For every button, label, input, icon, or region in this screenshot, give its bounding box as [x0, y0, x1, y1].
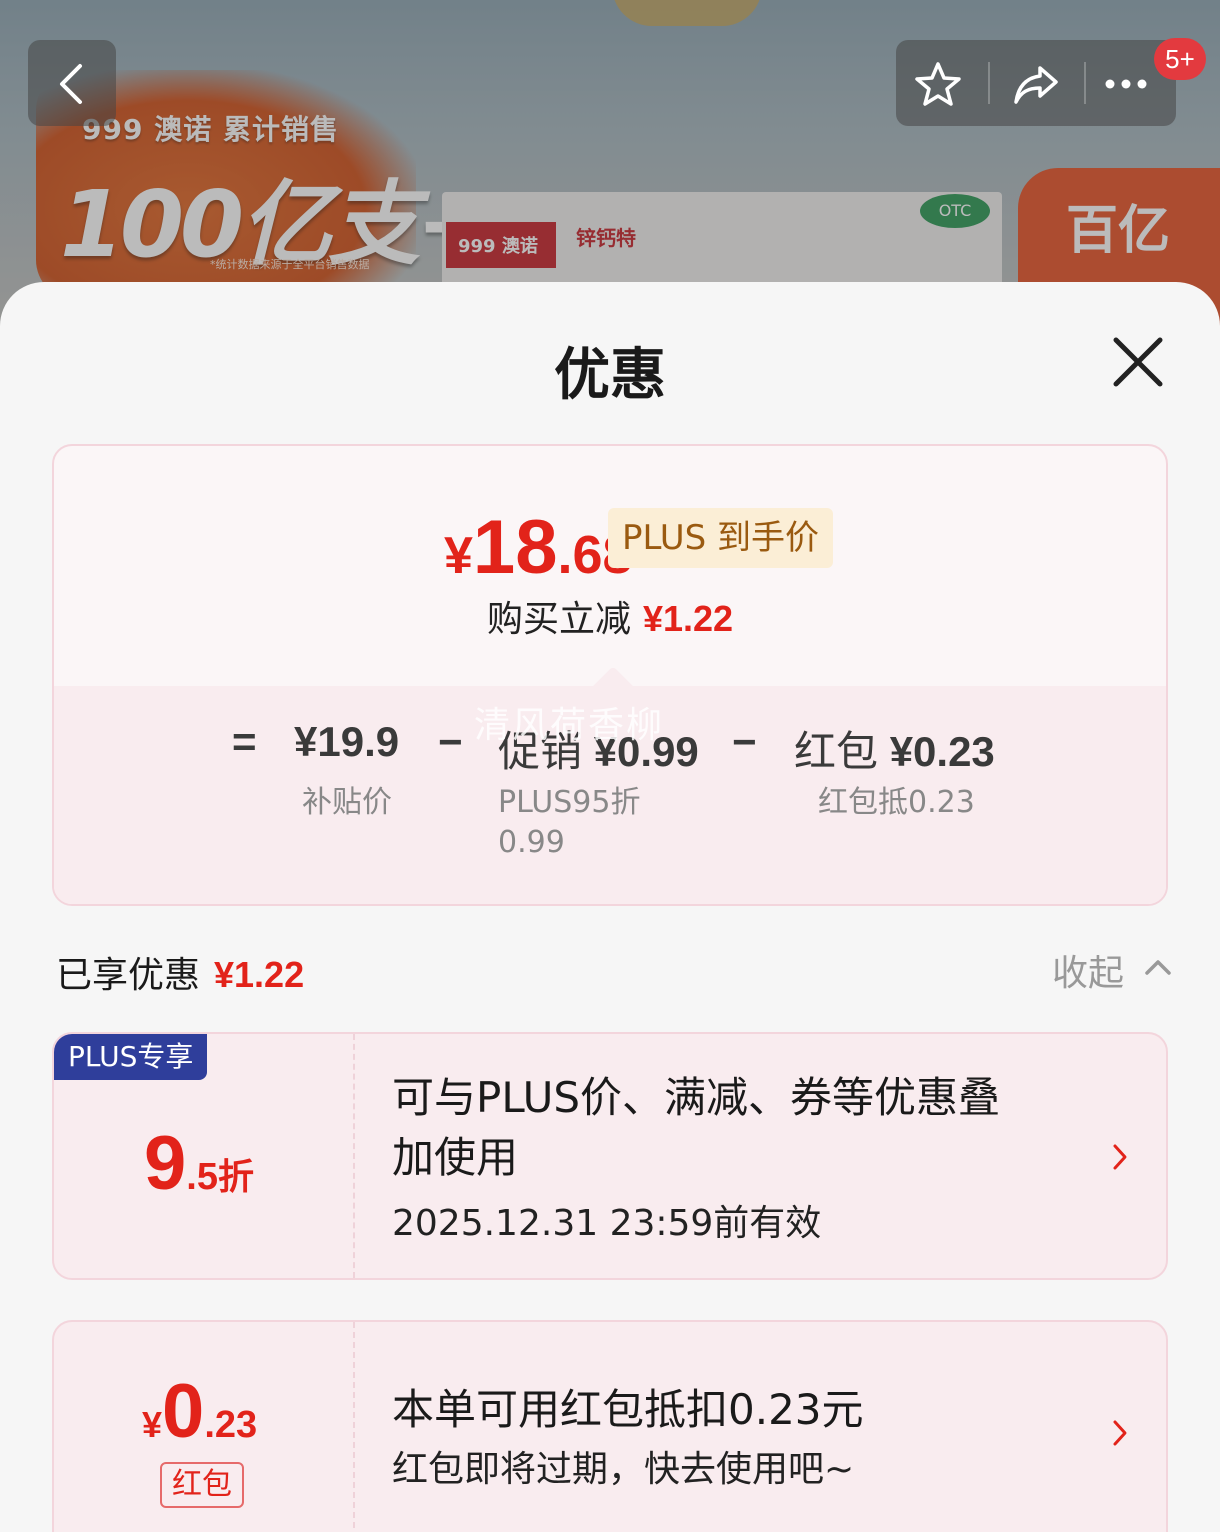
sheet-title: 优惠 — [554, 343, 666, 408]
top-action-group — [896, 40, 1176, 126]
message-count-badge: 5+ — [1154, 38, 1206, 80]
action-separator — [988, 62, 990, 104]
action-separator — [1084, 62, 1086, 104]
chevron-right-icon[interactable] — [1110, 1418, 1130, 1448]
redpacket-item: 红包 ¥0.23 — [794, 718, 995, 779]
final-price-currency: ¥ — [444, 527, 473, 585]
discount-value: 9.5折 — [144, 1120, 254, 1207]
red-packet-card[interactable]: ¥0.23 红包 本单可用红包抵扣0.23元 红包即将过期，快去使用吧~ — [52, 1320, 1168, 1532]
discount-integer: 9 — [144, 1121, 187, 1206]
redpacket-amount: ¥0.23 — [889, 728, 995, 775]
coupon-validity: 2025.12.31 23:59前有效 — [392, 1203, 822, 1244]
chevron-right-icon[interactable] — [1110, 1142, 1130, 1172]
redpacket-caption: 红包抵0.23 — [818, 785, 975, 820]
redpacket-label: 红包 — [794, 727, 879, 776]
discount-sheet: 优惠 ¥18.68 PLUS 到手价 购买立减 ¥1.22 = ¥19.9 − 促… — [0, 282, 1220, 1532]
collapse-button[interactable]: 收起 — [1052, 944, 1171, 996]
coupon-desc-line1: 可与PLUS价、满减、券等优惠叠 — [392, 1073, 1001, 1122]
discount-decimal: .5 — [186, 1156, 218, 1198]
chevron-up-icon — [1145, 960, 1171, 975]
red-packet-currency: ¥ — [142, 1404, 163, 1445]
final-price: ¥18.68 — [444, 504, 633, 591]
collapse-label: 收起 — [1052, 953, 1125, 994]
plus-exclusive-ribbon: PLUS专享 — [54, 1034, 208, 1080]
enjoyed-amount: ¥1.22 — [214, 954, 305, 995]
enjoyed-discount: 已享优惠 ¥1.22 — [56, 946, 304, 998]
minus-sign: − — [732, 718, 757, 765]
plus-discount-card[interactable]: PLUS专享 9.5折 可与PLUS价、满减、券等优惠叠 加使用 2025.12… — [52, 1032, 1168, 1280]
discount-unit: 折 — [217, 1157, 254, 1198]
reduction-label: 购买立减 — [486, 599, 631, 640]
coupon-desc-line2: 加使用 — [392, 1133, 519, 1182]
dashed-divider — [353, 1034, 355, 1278]
coupon-value-area: ¥0.23 红包 — [54, 1322, 354, 1532]
red-packet-tag: 红包 — [160, 1462, 244, 1508]
red-packet-subtitle: 红包即将过期，快去使用吧~ — [392, 1449, 855, 1490]
close-icon[interactable] — [1106, 330, 1170, 394]
chevron-left-icon — [60, 64, 82, 104]
promo-caption-value: 0.99 — [498, 825, 565, 860]
red-packet-value: ¥0.23 — [142, 1368, 257, 1455]
share-icon[interactable] — [1012, 60, 1060, 108]
red-packet-decimal: .23 — [204, 1404, 258, 1446]
coupon-description: 可与PLUS价、满减、券等优惠叠 加使用 — [392, 1068, 1000, 1188]
reduction-amount: ¥1.22 — [642, 598, 734, 639]
dashed-divider — [353, 1322, 355, 1532]
star-icon[interactable] — [914, 60, 962, 108]
instant-reduction: 购买立减 ¥1.22 — [54, 590, 1166, 642]
promo-caption: PLUS95折 — [498, 785, 641, 820]
red-packet-title: 本单可用红包抵扣0.23元 — [392, 1385, 864, 1434]
subsidy-price: ¥19.9 — [294, 718, 400, 765]
red-packet-integer: 0 — [162, 1369, 205, 1454]
watermark-text: 清风荷香柳 — [474, 705, 665, 746]
more-icon[interactable] — [1102, 60, 1150, 108]
equals-sign: = — [232, 718, 257, 765]
back-button[interactable] — [28, 40, 116, 126]
subsidy-caption: 补贴价 — [302, 785, 392, 820]
enjoyed-label: 已享优惠 — [56, 955, 201, 996]
price-summary-card: ¥18.68 PLUS 到手价 购买立减 ¥1.22 = ¥19.9 − 促销 ¥… — [52, 444, 1168, 906]
plus-price-tag: PLUS 到手价 — [608, 508, 834, 568]
final-price-integer: 18 — [472, 505, 558, 590]
coupon-value-area: PLUS专享 9.5折 — [54, 1034, 354, 1278]
minus-sign: − — [438, 718, 463, 765]
